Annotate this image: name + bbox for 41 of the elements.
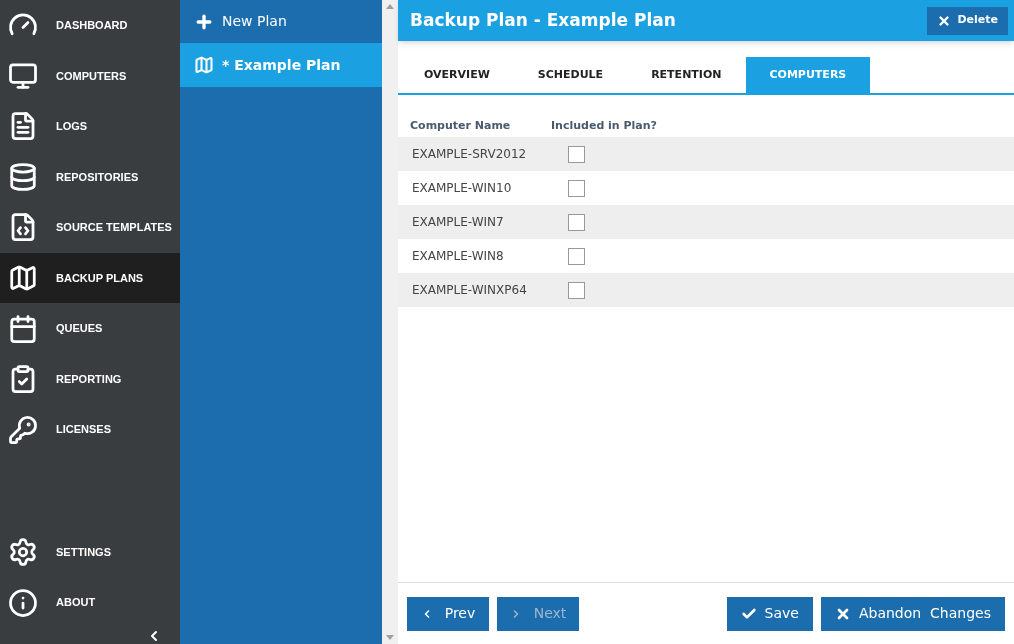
checkbox[interactable] bbox=[568, 247, 585, 265]
checkbox[interactable] bbox=[568, 145, 585, 163]
abandon-changes-button[interactable]: Abandon Changes bbox=[820, 596, 1005, 631]
nav-label: REPORTING bbox=[56, 371, 122, 387]
table-cell-text: EXAMPLE-SRV2012 bbox=[411, 146, 528, 163]
monitor-icon bbox=[8, 60, 38, 91]
new-plan-button[interactable]: New Plan bbox=[180, 0, 382, 43]
database-icon bbox=[8, 161, 38, 192]
nav-label: SOURCE TEMPLATES bbox=[56, 220, 172, 236]
checkbox[interactable] bbox=[568, 213, 585, 231]
table-cell-text: EXAMPLE-WIN7 bbox=[411, 214, 505, 231]
key-icon bbox=[8, 414, 38, 445]
map-icon bbox=[194, 55, 214, 75]
calendar-icon bbox=[8, 313, 38, 344]
column-header: Included in Plan? bbox=[551, 117, 657, 134]
nav-label: QUEUES bbox=[56, 321, 103, 337]
table-cell-text: EXAMPLE-WIN10 bbox=[411, 180, 513, 197]
nav-label: LOGS bbox=[56, 119, 88, 135]
checkbox[interactable] bbox=[568, 281, 585, 299]
map-icon bbox=[8, 263, 38, 293]
close-icon bbox=[937, 13, 952, 28]
nav-label: SETTINGS bbox=[56, 544, 111, 560]
scroll-down-icon[interactable] bbox=[386, 635, 394, 640]
prev-button[interactable]: Prev bbox=[407, 596, 489, 631]
scroll-up-icon[interactable] bbox=[386, 4, 394, 9]
nav-label: LICENSES bbox=[56, 422, 111, 438]
settings-icon bbox=[8, 537, 38, 568]
nav-label: ABOUT bbox=[56, 595, 96, 611]
nav-label: REPOSITORIES bbox=[56, 169, 139, 185]
column-header: Computer Name bbox=[409, 117, 512, 134]
save-button[interactable]: Save bbox=[726, 596, 813, 631]
table-cell-text: EXAMPLE-WIN8 bbox=[411, 248, 505, 265]
nav-item[interactable]: BACKUP PLANS bbox=[0, 252, 180, 304]
table-cell-text: EXAMPLE-WINXP64 bbox=[411, 282, 528, 299]
page-title: Backup Plan - Example Plan bbox=[410, 8, 676, 32]
nav-label: BACKUP PLANS bbox=[56, 270, 144, 286]
delete-button[interactable]: Delete bbox=[927, 6, 1008, 35]
checkbox[interactable] bbox=[568, 179, 585, 197]
nav-label: COMPUTERS bbox=[56, 68, 127, 84]
nav-label: DASHBOARD bbox=[56, 18, 128, 33]
info-icon bbox=[8, 587, 38, 618]
